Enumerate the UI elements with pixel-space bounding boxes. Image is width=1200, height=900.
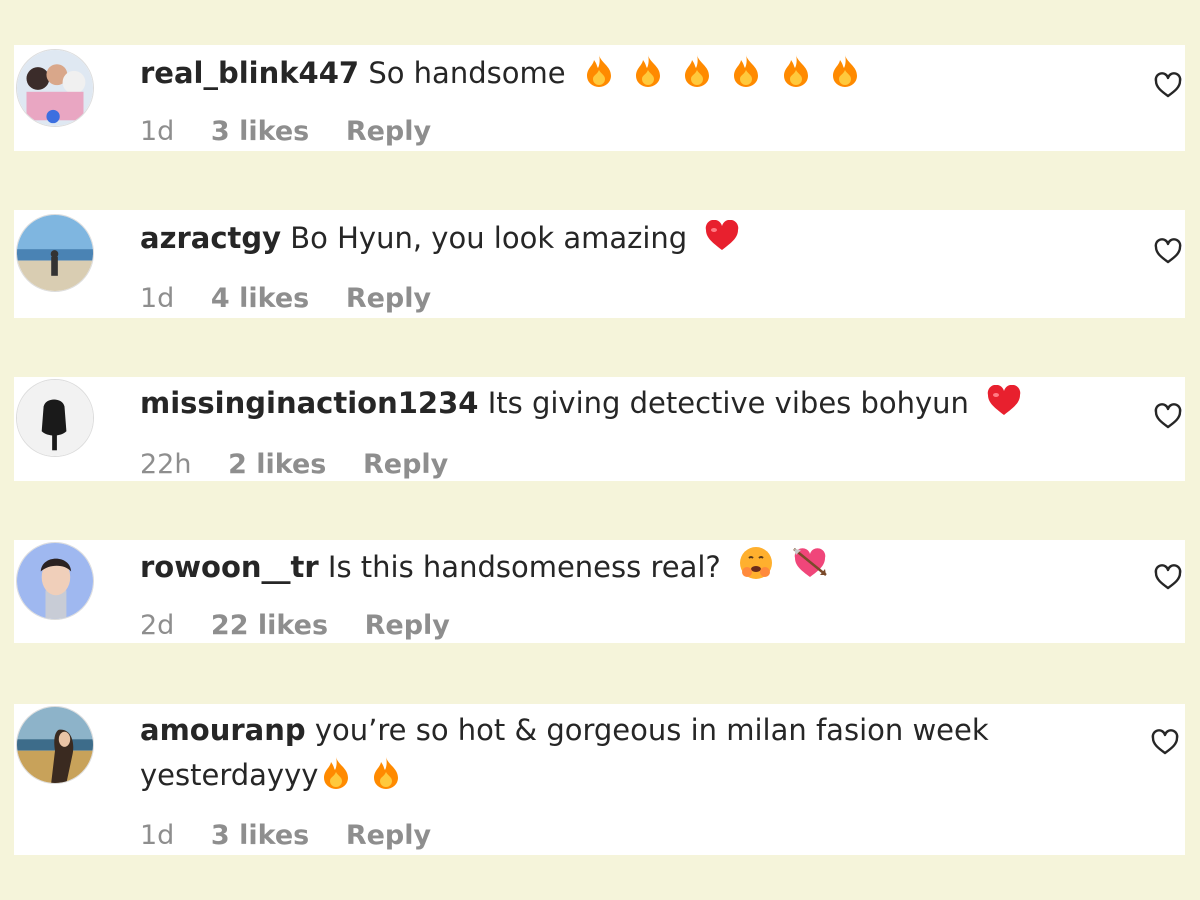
likes-count[interactable]: 3 likes xyxy=(211,820,309,851)
avatar[interactable] xyxy=(16,706,94,784)
heart-outline-icon[interactable] xyxy=(1150,728,1182,758)
comment-meta: 22h 2 likes Reply xyxy=(140,447,476,483)
reply-button[interactable]: Reply xyxy=(346,116,431,147)
fire-emoji xyxy=(730,53,762,87)
comment-age: 1d xyxy=(140,283,175,314)
fire-emoji xyxy=(780,53,812,87)
comment-age: 2d xyxy=(140,610,175,641)
comment-card: amouranp you’re so hot & gorgeous in mil… xyxy=(14,704,1185,855)
comment-line: amouranp you’re so hot & gorgeous in mil… xyxy=(140,709,989,751)
red-heart-emoji xyxy=(704,220,740,252)
fire-emoji xyxy=(370,755,402,789)
heart-outline-icon[interactable] xyxy=(1153,563,1185,593)
comment-card: azractgy Bo Hyun, you look amazing 1d 4 … xyxy=(14,210,1185,318)
reply-button[interactable]: Reply xyxy=(346,820,431,851)
likes-count[interactable]: 4 likes xyxy=(211,283,309,314)
username[interactable]: azractgy xyxy=(140,221,281,255)
red-heart-emoji xyxy=(986,385,1022,417)
likes-count[interactable]: 2 likes xyxy=(228,449,326,480)
comment-card: rowoon__tr Is this handsomeness real? 2d… xyxy=(14,540,1185,643)
comment-text: Is this handsomeness real? xyxy=(327,550,721,584)
comment-meta: 1d 4 likes Reply xyxy=(140,281,459,317)
comment-card: real_blink447 So handsome 1d 3 likes Rep… xyxy=(14,45,1185,151)
heart-outline-icon[interactable] xyxy=(1153,237,1185,267)
comment-meta: 2d 22 likes Reply xyxy=(140,608,478,644)
comment-text: So handsome xyxy=(368,56,566,90)
username[interactable]: amouranp xyxy=(140,713,306,747)
reply-button[interactable]: Reply xyxy=(365,610,450,641)
fire-emoji xyxy=(320,755,352,789)
reply-button[interactable]: Reply xyxy=(346,283,431,314)
comment-line: real_blink447 So handsome xyxy=(140,52,861,94)
heart-outline-icon[interactable] xyxy=(1153,402,1185,432)
fire-emoji xyxy=(632,53,664,87)
comment-age: 22h xyxy=(140,449,192,480)
comment-card: missinginaction1234 Its giving detective… xyxy=(14,377,1185,481)
fire-emoji xyxy=(583,53,615,87)
username[interactable]: rowoon__tr xyxy=(140,550,319,584)
heart-outline-icon[interactable] xyxy=(1153,71,1185,101)
avatar[interactable] xyxy=(16,214,94,292)
avatar[interactable] xyxy=(16,49,94,127)
comment-line: rowoon__tr Is this handsomeness real? xyxy=(140,545,829,588)
comment-meta: 1d 3 likes Reply xyxy=(140,818,459,854)
username[interactable]: missinginaction1234 xyxy=(140,386,478,420)
comment-text: you’re so hot & gorgeous in milan fasion… xyxy=(314,713,989,747)
fire-emoji xyxy=(829,53,861,87)
hugging-face-emoji xyxy=(738,545,774,581)
comment-text-continued: yesterdayyy xyxy=(140,758,319,792)
comment-age: 1d xyxy=(140,820,175,851)
comment-text: Its giving detective vibes bohyun xyxy=(487,386,969,420)
comment-age: 1d xyxy=(140,116,175,147)
comment-line: missinginaction1234 Its giving detective… xyxy=(140,382,1022,424)
comment-line: azractgy Bo Hyun, you look amazing xyxy=(140,217,740,259)
avatar[interactable] xyxy=(16,542,94,620)
likes-count[interactable]: 3 likes xyxy=(211,116,309,147)
username[interactable]: real_blink447 xyxy=(140,56,359,90)
reply-button[interactable]: Reply xyxy=(363,449,448,480)
comment-line-continued: yesterdayyy xyxy=(140,754,402,796)
avatar[interactable] xyxy=(16,379,94,457)
comment-meta: 1d 3 likes Reply xyxy=(140,114,459,150)
comment-text: Bo Hyun, you look amazing xyxy=(290,221,688,255)
fire-emoji xyxy=(681,53,713,87)
heart-with-arrow-emoji xyxy=(791,545,829,581)
likes-count[interactable]: 22 likes xyxy=(211,610,328,641)
